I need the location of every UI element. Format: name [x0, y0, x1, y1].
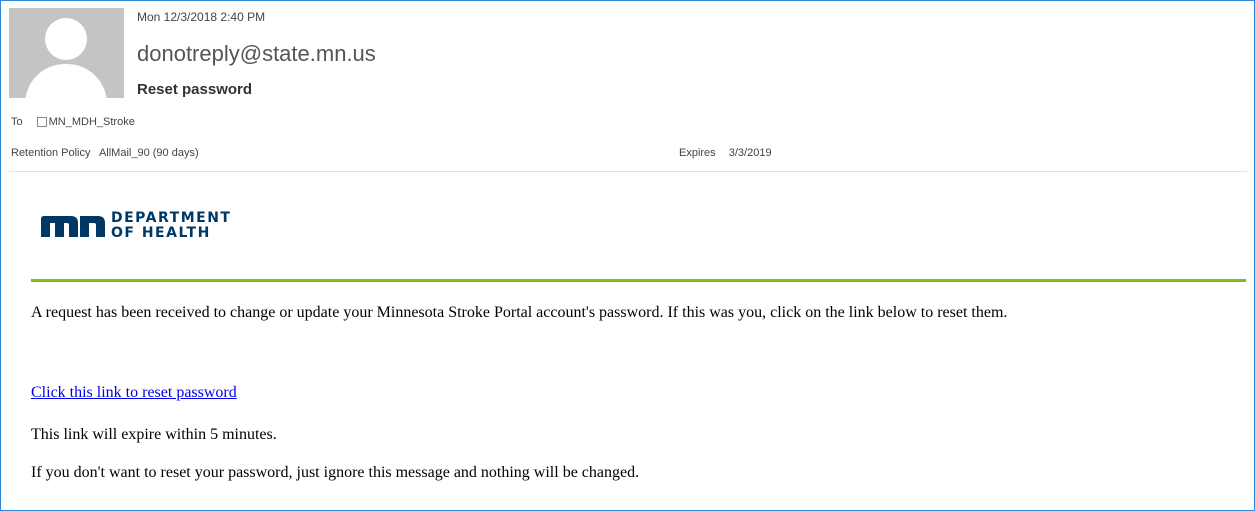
expires-label: Expires: [679, 147, 716, 159]
mdh-logo-text: DEPARTMENT OF HEALTH: [111, 211, 231, 241]
body-paragraph-request: A request has been received to change or…: [31, 304, 1008, 321]
logo-divider-rule: [31, 279, 1246, 282]
recipient-checkbox-icon[interactable]: [36, 117, 47, 127]
reset-password-link[interactable]: Click this link to reset password: [31, 383, 237, 403]
retention-policy-label: Retention Policy: [11, 147, 91, 159]
avatar-shoulders-shape: [25, 64, 107, 98]
body-paragraph-expire: This link will expire within 5 minutes.: [31, 426, 277, 443]
email-subject: Reset password: [137, 81, 253, 98]
sender-address[interactable]: donotreply@state.mn.us: [137, 41, 376, 67]
expires-value: 3/3/2019: [728, 147, 772, 159]
avatar-head-shape: [45, 18, 87, 60]
expires-row: Expires 3/3/2019: [679, 147, 772, 159]
header-divider: [9, 171, 1247, 172]
to-label: To: [11, 116, 23, 128]
mn-logo-icon: [41, 216, 105, 237]
retention-policy-row: Retention Policy AllMail_90 (90 days): [11, 147, 199, 159]
recipient-name[interactable]: MN_MDH_Stroke: [49, 116, 135, 128]
retention-policy-value: AllMail_90 (90 days): [98, 147, 199, 159]
to-row: To MN_MDH_Stroke: [11, 116, 135, 128]
logo-text-line2: OF HEALTH: [111, 225, 211, 241]
logo-text-line1: DEPARTMENT: [111, 210, 232, 226]
email-reading-pane: Mon 12/3/2018 2:40 PM donotreply@state.m…: [0, 0, 1255, 511]
sent-date: Mon 12/3/2018 2:40 PM: [137, 10, 266, 24]
sender-avatar-icon: [9, 8, 124, 98]
mdh-logo: DEPARTMENT OF HEALTH: [41, 211, 231, 241]
body-paragraph-ignore: If you don't want to reset your password…: [31, 464, 640, 481]
